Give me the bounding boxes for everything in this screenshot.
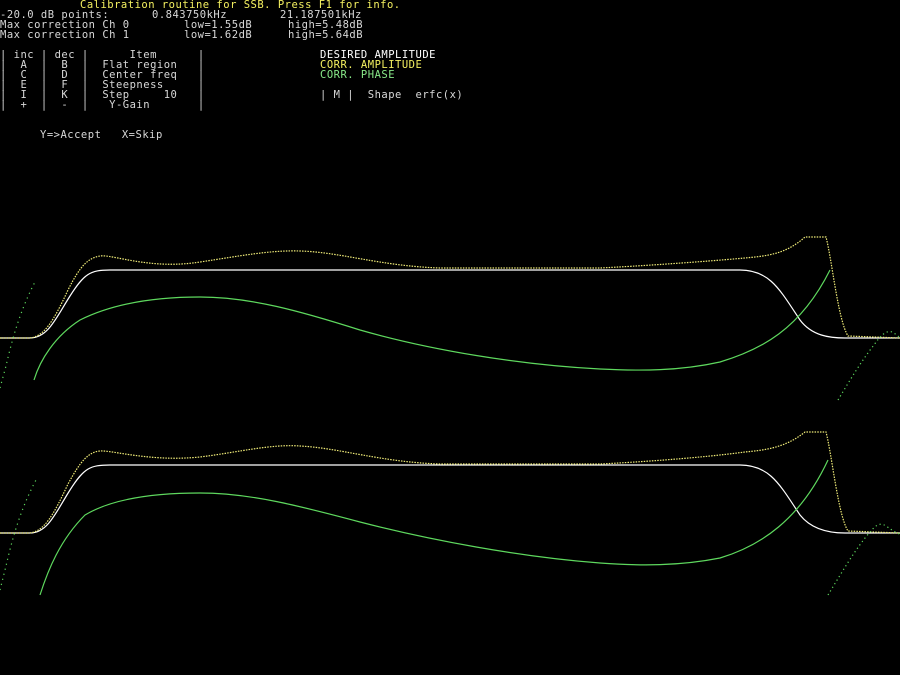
ch0-corr-phase-curve (33, 269, 831, 381)
channel-0-traces (0, 236, 900, 401)
ch1-corr-phase-curve (39, 459, 829, 596)
ch1-corr-phase-wrap-right (827, 523, 900, 596)
ch0-corr-amplitude-curve (0, 236, 900, 339)
ch0-corr-phase-wrap-right (837, 331, 900, 401)
ch1-desired-amplitude-curve (0, 464, 900, 534)
ch0-desired-amplitude-curve (0, 269, 900, 339)
ch1-corr-amplitude-curve (0, 431, 900, 534)
channel-1-traces (0, 431, 900, 596)
ch1-corr-phase-wrap-left (0, 479, 37, 591)
calibration-plot (0, 236, 900, 596)
ch0-corr-phase-wrap-left (0, 279, 37, 389)
